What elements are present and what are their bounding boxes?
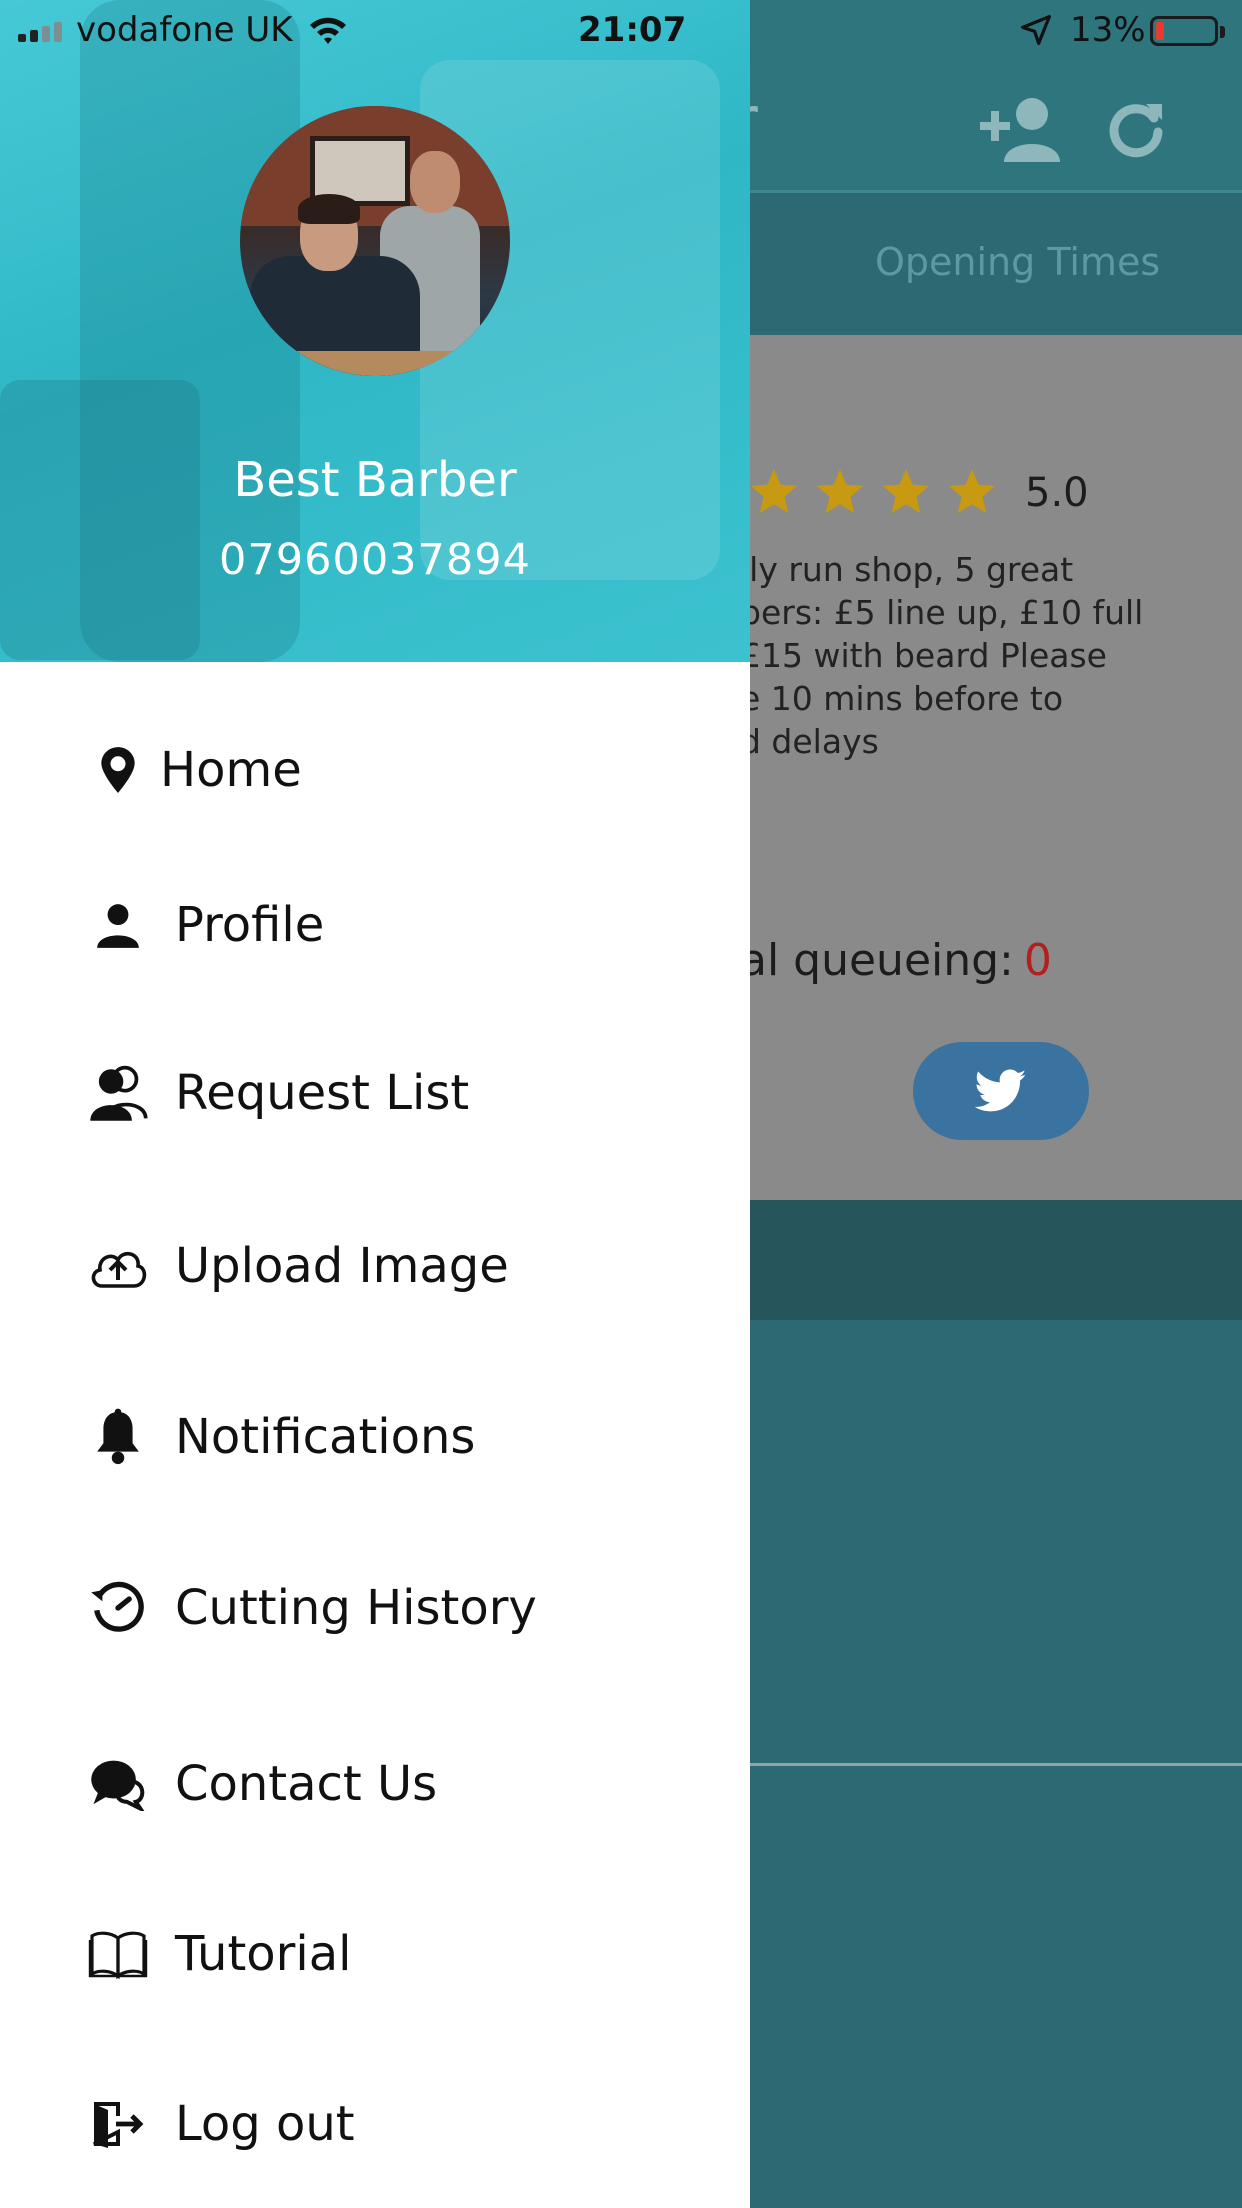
bell-icon (88, 1407, 148, 1467)
menu-label-contact-us: Contact Us (175, 1756, 438, 1812)
menu-label-home: Home (160, 742, 302, 798)
menu-item-cutting-history[interactable]: Cutting History (0, 1553, 750, 1663)
refresh-icon[interactable] (1108, 98, 1164, 158)
side-drawer: Best Barber 07960037894 Home Profile Req… (0, 0, 750, 2208)
queue-count: 0 (1023, 935, 1052, 986)
cell-signal-icon (18, 22, 62, 42)
queue-status: al queueing: 0 (740, 935, 1052, 986)
twitter-button[interactable] (913, 1042, 1089, 1140)
menu-label-log-out: Log out (175, 2096, 355, 2152)
menu-item-notifications[interactable]: Notifications (0, 1382, 750, 1492)
menu-item-tutorial[interactable]: Tutorial (0, 1899, 750, 2009)
star-icon (751, 469, 797, 514)
queue-label: al queueing: (740, 935, 1014, 986)
menu-label-request-list: Request List (175, 1065, 470, 1121)
menu-item-upload-image[interactable]: Upload Image (0, 1211, 750, 1321)
add-user-icon[interactable] (980, 96, 1064, 162)
tab-opening-times[interactable]: Opening Times (875, 240, 1160, 284)
rating-stars (748, 466, 998, 518)
menu-label-upload-image: Upload Image (175, 1238, 509, 1294)
status-bar: vodafone UK 21:07 13% (0, 0, 1242, 62)
menu-label-notifications: Notifications (175, 1409, 476, 1465)
shop-phone: 07960037894 (219, 535, 531, 585)
battery-icon (1150, 16, 1218, 46)
wifi-icon (310, 17, 346, 44)
shop-name: Best Barber (233, 452, 517, 508)
menu-label-cutting-history: Cutting History (175, 1580, 537, 1636)
header-background-image (0, 380, 200, 660)
clock: 21:07 (578, 10, 687, 50)
battery-tip (1220, 26, 1225, 38)
star-icon (817, 469, 863, 514)
map-pin-icon (88, 740, 148, 800)
drawer-header: Best Barber 07960037894 (0, 0, 750, 662)
chat-icon (88, 1754, 148, 1814)
shop-avatar[interactable] (240, 106, 510, 376)
star-icon (949, 469, 995, 514)
history-icon (88, 1578, 148, 1638)
star-icon (883, 469, 929, 514)
logout-icon (88, 2094, 148, 2154)
twitter-icon (975, 1069, 1027, 1112)
cloud-upload-icon (88, 1236, 148, 1296)
user-icon (88, 895, 148, 955)
book-icon (88, 1924, 148, 1984)
menu-item-request-list[interactable]: Request List (0, 1038, 750, 1148)
location-arrow-icon (1021, 15, 1051, 45)
menu-label-profile: Profile (175, 897, 325, 953)
menu-item-contact-us[interactable]: Contact Us (0, 1729, 750, 1839)
battery-percent: 13% (1070, 10, 1146, 50)
rating-value: 5.0 (1025, 470, 1089, 516)
carrier-name: vodafone UK (76, 10, 293, 50)
menu-label-tutorial: Tutorial (175, 1926, 352, 1982)
menu-item-log-out[interactable]: Log out (0, 2069, 750, 2179)
shop-description: ily run shop, 5 great pers: £5 line up, … (740, 550, 1144, 761)
menu-item-home[interactable]: Home (0, 715, 750, 825)
menu-item-profile[interactable]: Profile (0, 870, 750, 980)
users-icon (88, 1063, 148, 1123)
